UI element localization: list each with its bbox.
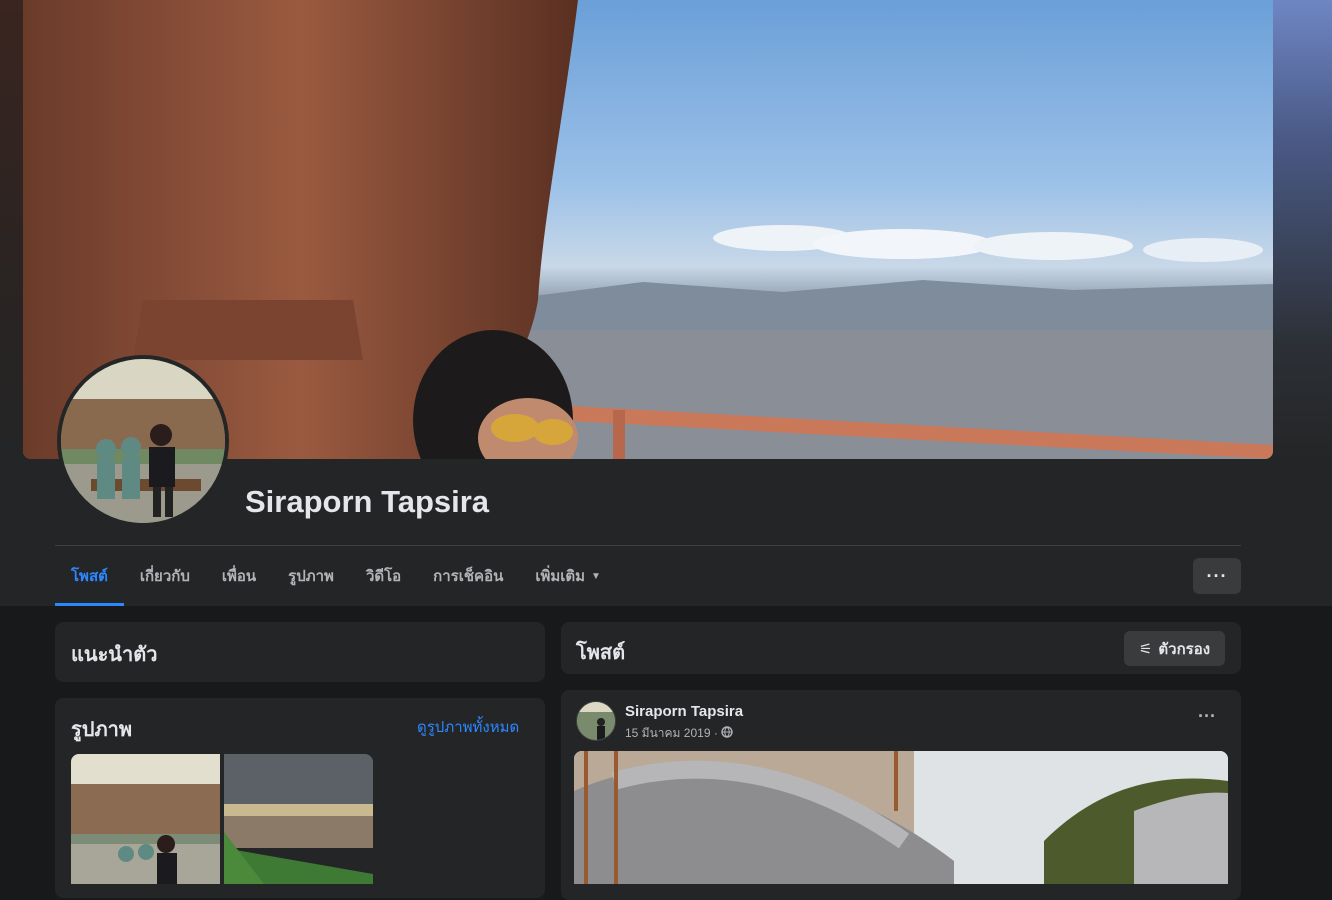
tab-label: การเช็คอิน [433, 568, 504, 585]
profile-tabs: โพสต์ เกี่ยวกับ เพื่อน รูปภาพ วิดีโอ การ… [55, 546, 617, 606]
post-meta: 15 มีนาคม 2019 · [625, 724, 733, 743]
caret-down-icon: ▼ [591, 570, 601, 582]
cover-blur-right [1273, 0, 1332, 460]
tab-label: เกี่ยวกับ [139, 568, 190, 585]
intro-card: แนะนำตัว [55, 622, 545, 682]
globe-icon [721, 726, 733, 741]
post-date[interactable]: 15 มีนาคม 2019 · [625, 724, 718, 743]
tab-friends[interactable]: เพื่อน [206, 546, 272, 606]
more-dots-icon: ··· [1198, 706, 1216, 726]
tab-about[interactable]: เกี่ยวกับ [124, 546, 206, 606]
more-dots-icon: ··· [1206, 565, 1228, 586]
post-menu-button[interactable]: ··· [1190, 706, 1224, 734]
filter-icon: ⚟ [1138, 640, 1153, 658]
intro-title: แนะนำตัว [71, 644, 158, 666]
post-author-avatar[interactable] [576, 701, 616, 741]
photo-thumbnail[interactable] [71, 754, 220, 884]
see-all-photos-link[interactable]: ดูรูปภาพทั้งหมด [417, 715, 519, 739]
posts-title: โพสต์ [576, 642, 626, 664]
tab-label: เพื่อน [221, 568, 257, 585]
photos-title: รูปภาพ [71, 719, 133, 741]
profile-name: Siraporn Tapsira [245, 484, 490, 519]
tab-videos[interactable]: วิดีโอ [350, 546, 417, 606]
profile-more-button[interactable]: ··· [1193, 558, 1241, 594]
tab-checkins[interactable]: การเช็คอิน [417, 546, 519, 606]
post-image[interactable] [574, 751, 1228, 884]
tab-posts[interactable]: โพสต์ [55, 546, 124, 606]
tab-label: รูปภาพ [288, 568, 334, 585]
tab-more[interactable]: เพิ่มเติม ▼ [519, 546, 617, 606]
tab-label: เพิ่มเติม [535, 568, 586, 585]
filter-button[interactable]: ⚟ ตัวกรอง [1124, 631, 1225, 666]
profile-avatar[interactable] [57, 355, 229, 527]
tab-label: โพสต์ [71, 568, 108, 585]
post-author-name[interactable]: Siraporn Tapsira [625, 703, 743, 720]
tab-photos[interactable]: รูปภาพ [272, 546, 350, 606]
cover-blur-left [0, 0, 23, 460]
photo-thumbnail[interactable] [224, 754, 373, 884]
tab-label: วิดีโอ [365, 568, 402, 585]
filter-label: ตัวกรอง [1158, 640, 1211, 658]
